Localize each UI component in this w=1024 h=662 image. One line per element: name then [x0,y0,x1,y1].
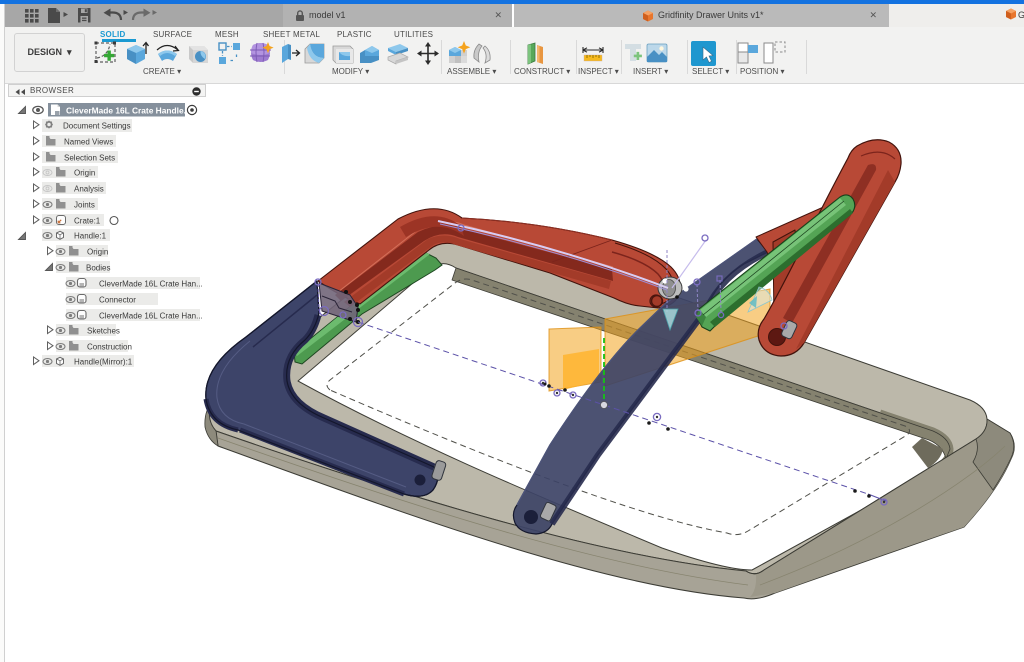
svg-text:Connector: Connector [99,296,136,305]
svg-text:Origin: Origin [74,169,95,178]
svg-text:Handle(Mirror):1: Handle(Mirror):1 [74,358,133,367]
svg-text:CleverMade 16L Crate Han...: CleverMade 16L Crate Han... [99,280,203,289]
svg-text:Sketches: Sketches [87,327,120,336]
svg-text:Selection Sets: Selection Sets [64,154,115,163]
svg-text:CleverMade 16L Crate Handle...: CleverMade 16L Crate Handle... [66,106,191,116]
svg-text:G: G [1018,10,1024,20]
svg-text:Crate:1: Crate:1 [74,217,101,226]
svg-text:Bodies: Bodies [86,264,110,273]
svg-text:Construction: Construction [87,343,132,352]
svg-text:Document Settings: Document Settings [63,122,131,131]
svg-text:Origin: Origin [87,248,108,257]
svg-text:Named Views: Named Views [64,138,113,147]
svg-text:Handle:1: Handle:1 [74,232,107,241]
svg-text:CleverMade 16L Crate Han...: CleverMade 16L Crate Han... [99,312,203,321]
svg-text:Joints: Joints [74,201,95,210]
svg-text:Analysis: Analysis [74,185,104,194]
